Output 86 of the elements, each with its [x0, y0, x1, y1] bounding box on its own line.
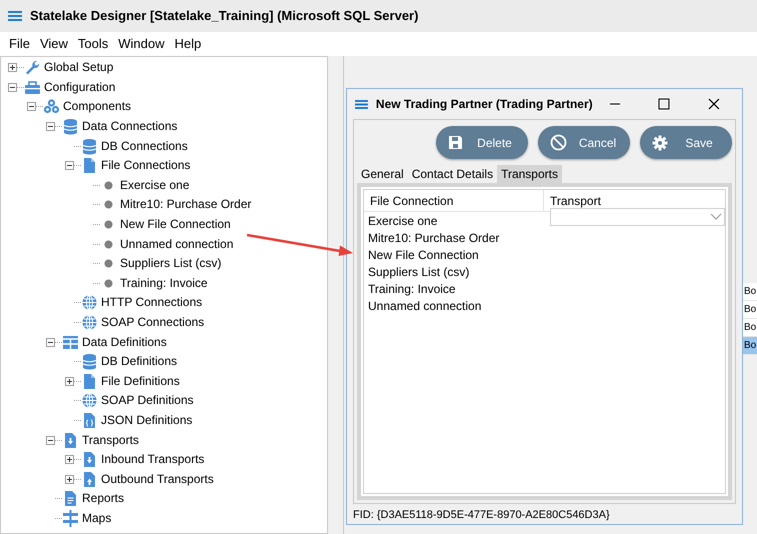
table-cell: Bo: [743, 301, 757, 319]
tree-item[interactable]: Data Definitions: [82, 336, 167, 349]
tree-item[interactable]: Maps: [82, 512, 112, 525]
cubes-icon: [43, 98, 60, 116]
json-file-icon: [81, 412, 98, 429]
tree-item[interactable]: Exercise one: [120, 178, 190, 192]
tree-item[interactable]: DB Definitions: [101, 355, 178, 368]
collapse-icon[interactable]: [46, 338, 55, 347]
collapse-icon[interactable]: [46, 122, 55, 132]
menu-item[interactable]: Help: [170, 34, 206, 54]
database-icon: [62, 118, 79, 136]
tree-item[interactable]: Unnamed connection: [120, 238, 234, 251]
tree-item[interactable]: File Connections: [101, 159, 190, 172]
collapse-icon[interactable]: [8, 82, 17, 92]
fid-label: FID: {D3AE5118-9D5E-477E-8970-A2E80C546D3A}: [352, 508, 611, 523]
table-cell-text: Training: Invoice: [367, 280, 457, 298]
tree-item[interactable]: SOAP Definitions: [101, 394, 194, 408]
table-cell: Bo: [743, 337, 757, 355]
maximize-icon[interactable]: [658, 98, 670, 110]
tree-item[interactable]: HTTP Connections: [101, 296, 202, 310]
tree-item[interactable]: DB Connections: [101, 140, 188, 153]
expand-icon[interactable]: [65, 474, 74, 484]
tree-item[interactable]: File Definitions: [101, 374, 180, 388]
column-header[interactable]: File Connection: [364, 190, 544, 211]
file-icon: [81, 157, 98, 174]
tree-item[interactable]: Outbound Transports: [101, 472, 214, 486]
tree-item[interactable]: Suppliers List (csv): [120, 257, 222, 270]
tab[interactable]: Contact Details: [408, 165, 498, 183]
menu-item[interactable]: File: [4, 34, 35, 54]
menu-item[interactable]: View: [34, 34, 73, 54]
tree-item[interactable]: Mitre10: Purchase Order: [120, 198, 252, 212]
collapse-icon[interactable]: [65, 161, 74, 170]
table-cell: Bo: [743, 283, 757, 301]
tab[interactable]: Transports: [497, 165, 562, 183]
table-cell-text: New File Connection: [367, 246, 480, 264]
action-button[interactable]: Delete: [436, 126, 528, 159]
chevron-down-icon: [710, 213, 722, 221]
upload-file-icon: [81, 470, 98, 488]
expand-icon[interactable]: [65, 455, 74, 464]
report-icon: [62, 490, 79, 508]
column-header[interactable]: Transport: [544, 190, 725, 211]
globe-icon: [81, 392, 98, 410]
menu-item[interactable]: Window: [113, 34, 170, 54]
action-button[interactable]: Cancel: [538, 126, 630, 159]
table-cell-text: Unnamed connection: [367, 298, 482, 314]
tree-item[interactable]: Inbound Transports: [101, 453, 204, 466]
grid-icon: [62, 334, 79, 351]
table-cell: Bo: [743, 319, 757, 337]
globe-icon: [81, 294, 98, 312]
table-cell-text: Mitre10: Purchase Order: [367, 230, 500, 246]
database-icon: [81, 353, 98, 370]
close-icon[interactable]: [708, 98, 720, 110]
tab[interactable]: General: [357, 165, 408, 183]
table-cell-text: Suppliers List (csv): [367, 264, 470, 280]
settings-icon: [652, 134, 668, 150]
wrench-icon: [24, 59, 41, 76]
expand-icon[interactable]: [65, 376, 74, 386]
menu-icon[interactable]: [8, 11, 22, 21]
tree-item[interactable]: New File Connection: [120, 218, 231, 232]
dialog-title: New Trading Partner (Trading Partner): [376, 96, 593, 113]
tree-item[interactable]: JSON Definitions: [101, 414, 192, 427]
tree-item[interactable]: SOAP Connections: [101, 316, 204, 330]
file-icon: [81, 372, 98, 390]
menu-item[interactable]: Tools: [72, 34, 114, 54]
window-title: Statelake Designer [Statelake_Training] (Microsoft SQL Server): [30, 7, 418, 26]
map-icon: [62, 510, 79, 527]
download-file-icon: [81, 451, 98, 468]
tree-item[interactable]: Training: Invoice: [120, 276, 208, 290]
tree-item[interactable]: Configuration: [44, 80, 116, 94]
menu-icon[interactable]: [355, 100, 368, 108]
collapse-icon[interactable]: [46, 436, 55, 445]
database-icon: [81, 138, 98, 155]
tree-item[interactable]: Reports: [82, 492, 124, 506]
download-file-icon: [62, 432, 79, 449]
tree-item[interactable]: Components: [63, 100, 132, 114]
collapse-icon[interactable]: [27, 102, 36, 112]
toolbox-icon: [24, 78, 41, 96]
tree-item[interactable]: Data Connections: [82, 120, 178, 134]
globe-icon: [81, 314, 98, 332]
save-icon: [448, 135, 463, 150]
tree-item[interactable]: Transports: [82, 434, 139, 447]
cancel-icon: [550, 134, 567, 151]
action-button[interactable]: Save: [640, 126, 732, 159]
table-cell-text: Exercise one: [367, 212, 438, 230]
tree-item[interactable]: Global Setup: [44, 61, 114, 74]
expand-icon[interactable]: [8, 63, 17, 72]
